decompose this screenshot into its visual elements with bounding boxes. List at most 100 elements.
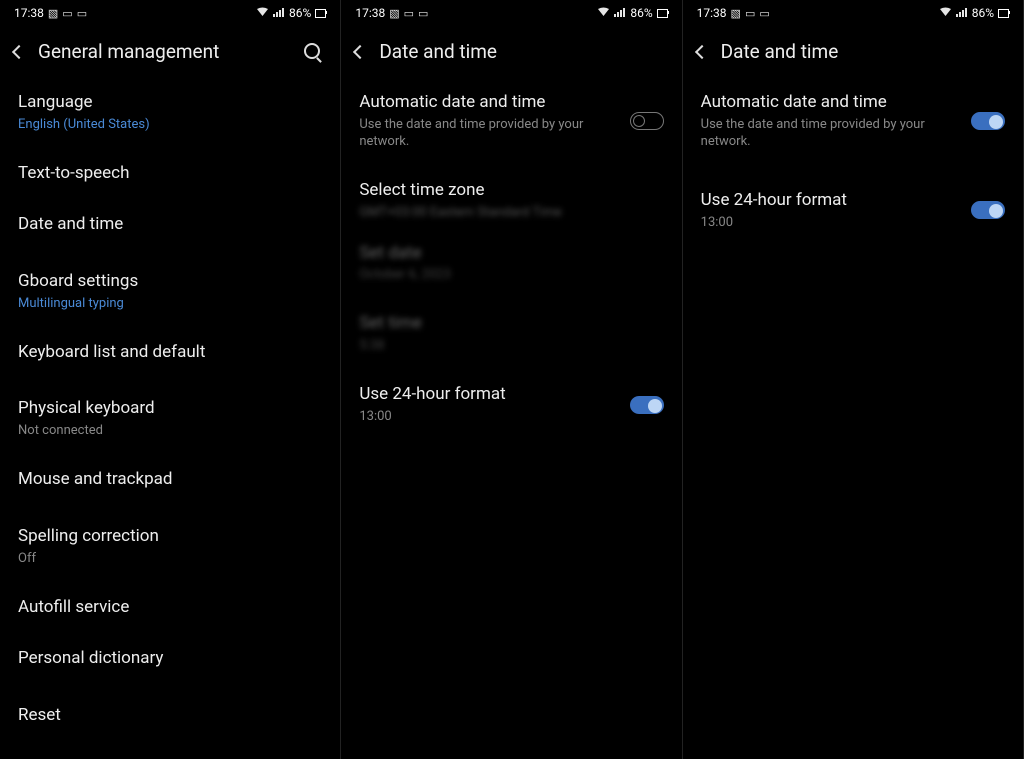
signal-icon bbox=[956, 7, 968, 20]
card-icon: ▭ bbox=[745, 7, 755, 20]
status-right: 86% bbox=[939, 6, 1009, 20]
page-title: General management bbox=[38, 40, 290, 63]
card-icon-2: ▭ bbox=[418, 7, 428, 20]
header: Date and time bbox=[683, 26, 1023, 77]
item-sub: Not connected bbox=[18, 423, 322, 440]
card-icon: ▭ bbox=[404, 7, 414, 20]
wifi-icon bbox=[939, 7, 952, 20]
status-left: 17:38 ▧ ▭ ▭ bbox=[355, 6, 428, 20]
image-icon: ▧ bbox=[48, 7, 58, 20]
search-icon[interactable] bbox=[304, 43, 322, 61]
status-bar: 17:38 ▧ ▭ ▭ 86% bbox=[683, 0, 1023, 26]
page-title: Date and time bbox=[379, 40, 663, 63]
back-icon[interactable] bbox=[695, 44, 709, 58]
page-title: Date and time bbox=[721, 40, 1005, 63]
item-title: Select time zone bbox=[359, 179, 663, 202]
status-time: 17:38 bbox=[14, 6, 44, 20]
panel-date-time-collapsed: 17:38 ▧ ▭ ▭ 86% Date and time Automatic … bbox=[683, 0, 1024, 759]
status-time: 17:38 bbox=[355, 6, 385, 20]
item-date-time[interactable]: Date and time bbox=[18, 199, 322, 250]
row-auto-datetime[interactable]: Automatic date and time Use the date and… bbox=[701, 77, 1005, 165]
status-bar: 17:38 ▧ ▭ ▭ 86% bbox=[341, 0, 681, 26]
wifi-icon bbox=[597, 7, 610, 20]
item-set-time[interactable]: Set time 5:38 bbox=[359, 298, 663, 369]
item-language[interactable]: Language English (United States) bbox=[18, 77, 322, 148]
item-title: Automatic date and time bbox=[701, 91, 961, 114]
battery-percent: 86% bbox=[972, 6, 994, 20]
item-title: Autofill service bbox=[18, 596, 322, 619]
status-right: 86% bbox=[597, 6, 667, 20]
header: General management bbox=[0, 26, 340, 77]
battery-icon bbox=[657, 9, 668, 18]
toggle-auto-datetime[interactable] bbox=[630, 112, 664, 130]
settings-list: Language English (United States) Text-to… bbox=[0, 77, 340, 741]
row-auto-datetime[interactable]: Automatic date and time Use the date and… bbox=[359, 77, 663, 165]
item-tts[interactable]: Text-to-speech bbox=[18, 148, 322, 199]
toggle-auto-datetime[interactable] bbox=[971, 112, 1005, 130]
item-title: Set time bbox=[359, 312, 663, 335]
item-sub: 5:38 bbox=[359, 338, 663, 355]
status-left: 17:38 ▧ ▭ ▭ bbox=[14, 6, 87, 20]
card-icon-2: ▭ bbox=[759, 7, 769, 20]
item-mouse-trackpad[interactable]: Mouse and trackpad bbox=[18, 454, 322, 505]
item-sub: 13:00 bbox=[701, 215, 961, 232]
item-title: Set date bbox=[359, 242, 663, 265]
item-sub: Off bbox=[18, 551, 322, 568]
toggle-24h[interactable] bbox=[630, 396, 664, 414]
row-24h[interactable]: Use 24-hour format 13:00 bbox=[359, 369, 663, 440]
header: Date and time bbox=[341, 26, 681, 77]
item-title: Physical keyboard bbox=[18, 397, 322, 420]
row-24h[interactable]: Use 24-hour format 13:00 bbox=[701, 175, 1005, 246]
item-title: Text-to-speech bbox=[18, 162, 322, 185]
image-icon: ▧ bbox=[389, 7, 399, 20]
item-sub: Multilingual typing bbox=[18, 296, 322, 313]
panel-general-management: 17:38 ▧ ▭ ▭ 86% General management Langu… bbox=[0, 0, 341, 759]
item-sub: Use the date and time provided by your n… bbox=[701, 117, 961, 151]
item-spelling[interactable]: Spelling correction Off bbox=[18, 511, 322, 582]
item-title: Spelling correction bbox=[18, 525, 322, 548]
item-title: Gboard settings bbox=[18, 270, 322, 293]
back-icon[interactable] bbox=[12, 44, 26, 58]
panel-date-time-expanded: 17:38 ▧ ▭ ▭ 86% Date and time Automatic … bbox=[341, 0, 682, 759]
item-autofill[interactable]: Autofill service bbox=[18, 582, 322, 633]
signal-icon bbox=[614, 7, 626, 20]
battery-icon bbox=[998, 9, 1009, 18]
item-title: Reset bbox=[18, 704, 322, 727]
battery-percent: 86% bbox=[289, 6, 311, 20]
item-title: Date and time bbox=[18, 213, 322, 236]
item-sub: October 6, 2023 bbox=[359, 267, 663, 284]
item-title: Personal dictionary bbox=[18, 647, 322, 670]
item-title: Mouse and trackpad bbox=[18, 468, 322, 491]
status-left: 17:38 ▧ ▭ ▭ bbox=[697, 6, 770, 20]
item-select-timezone[interactable]: Select time zone GMT+03:00 Eastern Stand… bbox=[359, 165, 663, 228]
card-icon-2: ▭ bbox=[77, 7, 87, 20]
item-physical-keyboard[interactable]: Physical keyboard Not connected bbox=[18, 383, 322, 454]
wifi-icon bbox=[256, 7, 269, 20]
back-icon[interactable] bbox=[353, 44, 367, 58]
status-right: 86% bbox=[256, 6, 326, 20]
datetime-list: Automatic date and time Use the date and… bbox=[683, 77, 1023, 246]
item-sub-blurred: GMT+03:00 Eastern Standard Time bbox=[359, 205, 663, 222]
item-keyboard-list[interactable]: Keyboard list and default bbox=[18, 327, 322, 378]
item-title: Automatic date and time bbox=[359, 91, 619, 114]
item-gboard[interactable]: Gboard settings Multilingual typing bbox=[18, 256, 322, 327]
signal-icon bbox=[273, 7, 285, 20]
battery-percent: 86% bbox=[630, 6, 652, 20]
toggle-24h[interactable] bbox=[971, 201, 1005, 219]
item-title: Keyboard list and default bbox=[18, 341, 322, 364]
item-personal-dictionary[interactable]: Personal dictionary bbox=[18, 633, 322, 684]
item-title: Language bbox=[18, 91, 322, 114]
datetime-list: Automatic date and time Use the date and… bbox=[341, 77, 681, 440]
image-icon: ▧ bbox=[731, 7, 741, 20]
item-title: Use 24-hour format bbox=[701, 189, 961, 212]
status-time: 17:38 bbox=[697, 6, 727, 20]
card-icon: ▭ bbox=[62, 7, 72, 20]
battery-icon bbox=[315, 9, 326, 18]
item-sub: Use the date and time provided by your n… bbox=[359, 117, 619, 151]
item-sub: English (United States) bbox=[18, 117, 322, 134]
status-bar: 17:38 ▧ ▭ ▭ 86% bbox=[0, 0, 340, 26]
item-reset[interactable]: Reset bbox=[18, 690, 322, 741]
item-set-date[interactable]: Set date October 6, 2023 bbox=[359, 228, 663, 299]
item-sub: 13:00 bbox=[359, 409, 619, 426]
item-title: Use 24-hour format bbox=[359, 383, 619, 406]
